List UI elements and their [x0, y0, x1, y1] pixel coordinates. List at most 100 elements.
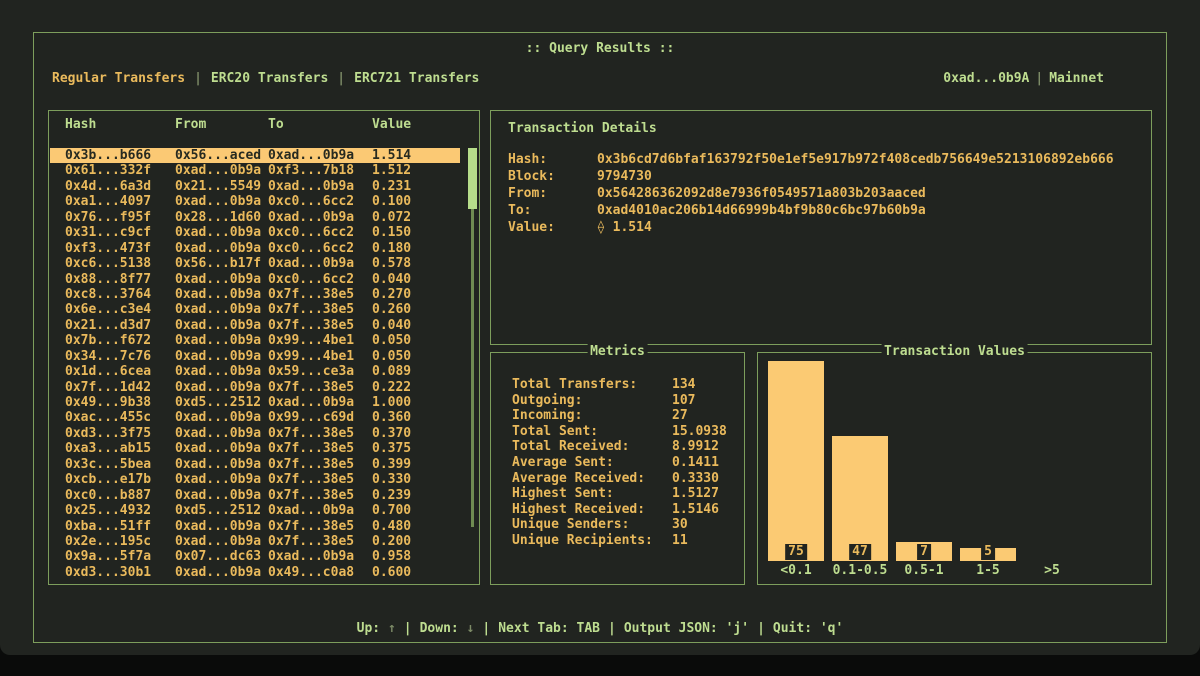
account-separator: |	[1035, 71, 1043, 86]
table-row[interactable]: 0xa1...40970xad...0b9a0xc0...6cc20.100	[50, 194, 460, 209]
metric-item: Average Received:0.3330	[512, 471, 732, 487]
table-row[interactable]: 0x34...7c760xad...0b9a0x99...4be10.050	[50, 349, 460, 364]
cell-from: 0xad...0b9a	[175, 272, 268, 287]
cell-value: 0.072	[372, 210, 460, 225]
table-row[interactable]: 0xf3...473f0xad...0b9a0xc0...6cc20.180	[50, 241, 460, 256]
table-row[interactable]: 0x49...9b380xd5...25120xad...0b9a1.000	[50, 395, 460, 410]
table-row[interactable]: 0xc0...b8870xad...0b9a0x7f...38e50.239	[50, 488, 460, 503]
detail-value: 9794730	[597, 168, 652, 185]
metric-item: Highest Sent:1.5127	[512, 486, 732, 502]
help-key: ↑	[388, 621, 396, 636]
detail-value: 0x564286362092d8e7936f0549571a803b203aac…	[597, 185, 926, 202]
table-row[interactable]: 0xba...51ff0xad...0b9a0x7f...38e50.480	[50, 519, 460, 534]
tab-regular-transfers[interactable]: Regular Transfers	[52, 71, 185, 86]
bar-value-label: 7	[917, 544, 931, 560]
table-row[interactable]: 0x61...332f0xad...0b9a0xf3...7b181.512	[50, 163, 460, 178]
table-row[interactable]: 0xd3...3f750xad...0b9a0x7f...38e50.370	[50, 426, 460, 441]
table-row[interactable]: 0x1d...6cea0xad...0b9a0x59...ce3a0.089	[50, 364, 460, 379]
cell-to: 0xad...0b9a	[268, 549, 372, 564]
cell-from: 0xad...0b9a	[175, 410, 268, 425]
cell-to: 0xc0...6cc2	[268, 272, 372, 287]
terminal-window: :: Query Results :: Regular Transfers|ER…	[0, 0, 1200, 655]
table-row[interactable]: 0xa3...ab150xad...0b9a0x7f...38e50.375	[50, 441, 460, 456]
transfers-table-panel: HashFromToValue 0x3b...b6660x56...aced0x…	[48, 110, 480, 585]
table-row[interactable]: 0xd3...30b10xad...0b9a0x49...c0a80.600	[50, 565, 460, 580]
table-row[interactable]: 0x2e...195c0xad...0b9a0x7f...38e50.200	[50, 534, 460, 549]
cell-from: 0x21...5549	[175, 179, 268, 194]
cell-to: 0x7f...38e5	[268, 488, 372, 503]
table-row[interactable]: 0x7f...1d420xad...0b9a0x7f...38e50.222	[50, 380, 460, 395]
cell-hash: 0x25...4932	[65, 503, 175, 518]
cell-to: 0xad...0b9a	[268, 179, 372, 194]
metric-item: Total Sent:15.0938	[512, 424, 732, 440]
table-row[interactable]: 0x25...49320xd5...25120xad...0b9a0.700	[50, 503, 460, 518]
metric-value: 15.0938	[672, 424, 727, 440]
cell-hash: 0x49...9b38	[65, 395, 175, 410]
table-row[interactable]: 0x88...8f770xad...0b9a0xc0...6cc20.040	[50, 272, 460, 287]
cell-hash: 0x6e...c3e4	[65, 302, 175, 317]
cell-value: 0.270	[372, 287, 460, 302]
table-row[interactable]: 0xc6...51380x56...b17f0xad...0b9a0.578	[50, 256, 460, 271]
cell-to: 0xad...0b9a	[268, 148, 372, 163]
metric-label: Incoming:	[512, 408, 672, 424]
cell-value: 0.150	[372, 225, 460, 240]
help-separator: |	[608, 621, 616, 636]
cell-value: 0.958	[372, 549, 460, 564]
detail-field: Hash:0x3b6cd7d6bfaf163792f50e1ef5e917b97…	[508, 151, 1138, 168]
cell-hash: 0x9a...5f7a	[65, 549, 175, 564]
detail-value: 0xad4010ac206b14d66999b4bf9b80c6bc97b60b…	[597, 202, 926, 219]
cell-hash: 0x61...332f	[65, 163, 175, 178]
axis-tick-label: 0.1-0.5	[828, 563, 892, 578]
metric-label: Total Received:	[512, 439, 672, 455]
table-row[interactable]: 0x7b...f6720xad...0b9a0x99...4be10.050	[50, 333, 460, 348]
table-row[interactable]: 0xac...455c0xad...0b9a0x99...c69d0.360	[50, 410, 460, 425]
cell-hash: 0xd3...3f75	[65, 426, 175, 441]
scrollbar-track[interactable]	[471, 209, 474, 527]
help-separator: |	[482, 621, 490, 636]
cell-value: 1.512	[372, 163, 460, 178]
cell-to: 0x7f...38e5	[268, 457, 372, 472]
table-row[interactable]: 0x21...d3d70xad...0b9a0x7f...38e50.040	[50, 318, 460, 333]
table-row[interactable]: 0x76...f95f0x28...1d600xad...0b9a0.072	[50, 210, 460, 225]
table-row[interactable]: 0xc8...37640xad...0b9a0x7f...38e50.270	[50, 287, 460, 302]
metric-label: Unique Senders:	[512, 517, 672, 533]
axis-tick-label: 0.5-1	[892, 563, 956, 578]
metric-value: 1.5146	[672, 502, 719, 518]
metrics-list: Total Transfers:134Outgoing:107Incoming:…	[512, 377, 732, 549]
cell-value: 1.000	[372, 395, 460, 410]
metric-item: Average Sent:0.1411	[512, 455, 732, 471]
cell-value: 0.040	[372, 272, 460, 287]
table-row[interactable]: 0x3b...b6660x56...aced0xad...0b9a1.514	[50, 148, 460, 163]
table-row[interactable]: 0xcb...e17b0xad...0b9a0x7f...38e50.330	[50, 472, 460, 487]
screen-bottom-strip	[0, 655, 1200, 676]
cell-from: 0xad...0b9a	[175, 457, 268, 472]
tab-erc721-transfers[interactable]: ERC721 Transfers	[354, 71, 479, 86]
chart-bar: 47	[832, 436, 888, 561]
table-header: HashFromToValue	[49, 117, 460, 132]
axis-tick-label: 1-5	[956, 563, 1020, 578]
cell-to: 0x7f...38e5	[268, 287, 372, 302]
axis-tick-label: >5	[1020, 563, 1084, 578]
cell-from: 0xad...0b9a	[175, 364, 268, 379]
table-row[interactable]: 0x3c...5bea0xad...0b9a0x7f...38e50.399	[50, 457, 460, 472]
cell-value: 0.200	[372, 534, 460, 549]
bar-value-label: 75	[785, 544, 807, 560]
cell-to: 0xc0...6cc2	[268, 241, 372, 256]
metric-value: 134	[672, 377, 695, 393]
table-row[interactable]: 0x4d...6a3d0x21...55490xad...0b9a0.231	[50, 179, 460, 194]
table-row[interactable]: 0x6e...c3e40xad...0b9a0x7f...38e50.260	[50, 302, 460, 317]
detail-field: Block:9794730	[508, 168, 1138, 185]
table-row[interactable]: 0x9a...5f7a0x07...dc630xad...0b9a0.958	[50, 549, 460, 564]
axis-tick-label: <0.1	[764, 563, 828, 578]
table-row[interactable]: 0x31...c9cf0xad...0b9a0xc0...6cc20.150	[50, 225, 460, 240]
cell-value: 0.375	[372, 441, 460, 456]
cell-value: 0.100	[372, 194, 460, 209]
cell-to: 0x7f...38e5	[268, 426, 372, 441]
column-header: Value	[372, 117, 460, 132]
tab-erc20-transfers[interactable]: ERC20 Transfers	[211, 71, 328, 86]
detail-field: From:0x564286362092d8e7936f0549571a803b2…	[508, 185, 1138, 202]
cell-hash: 0x1d...6cea	[65, 364, 175, 379]
cell-from: 0xd5...2512	[175, 395, 268, 410]
cell-from: 0xad...0b9a	[175, 441, 268, 456]
scrollbar-thumb[interactable]	[468, 148, 477, 209]
